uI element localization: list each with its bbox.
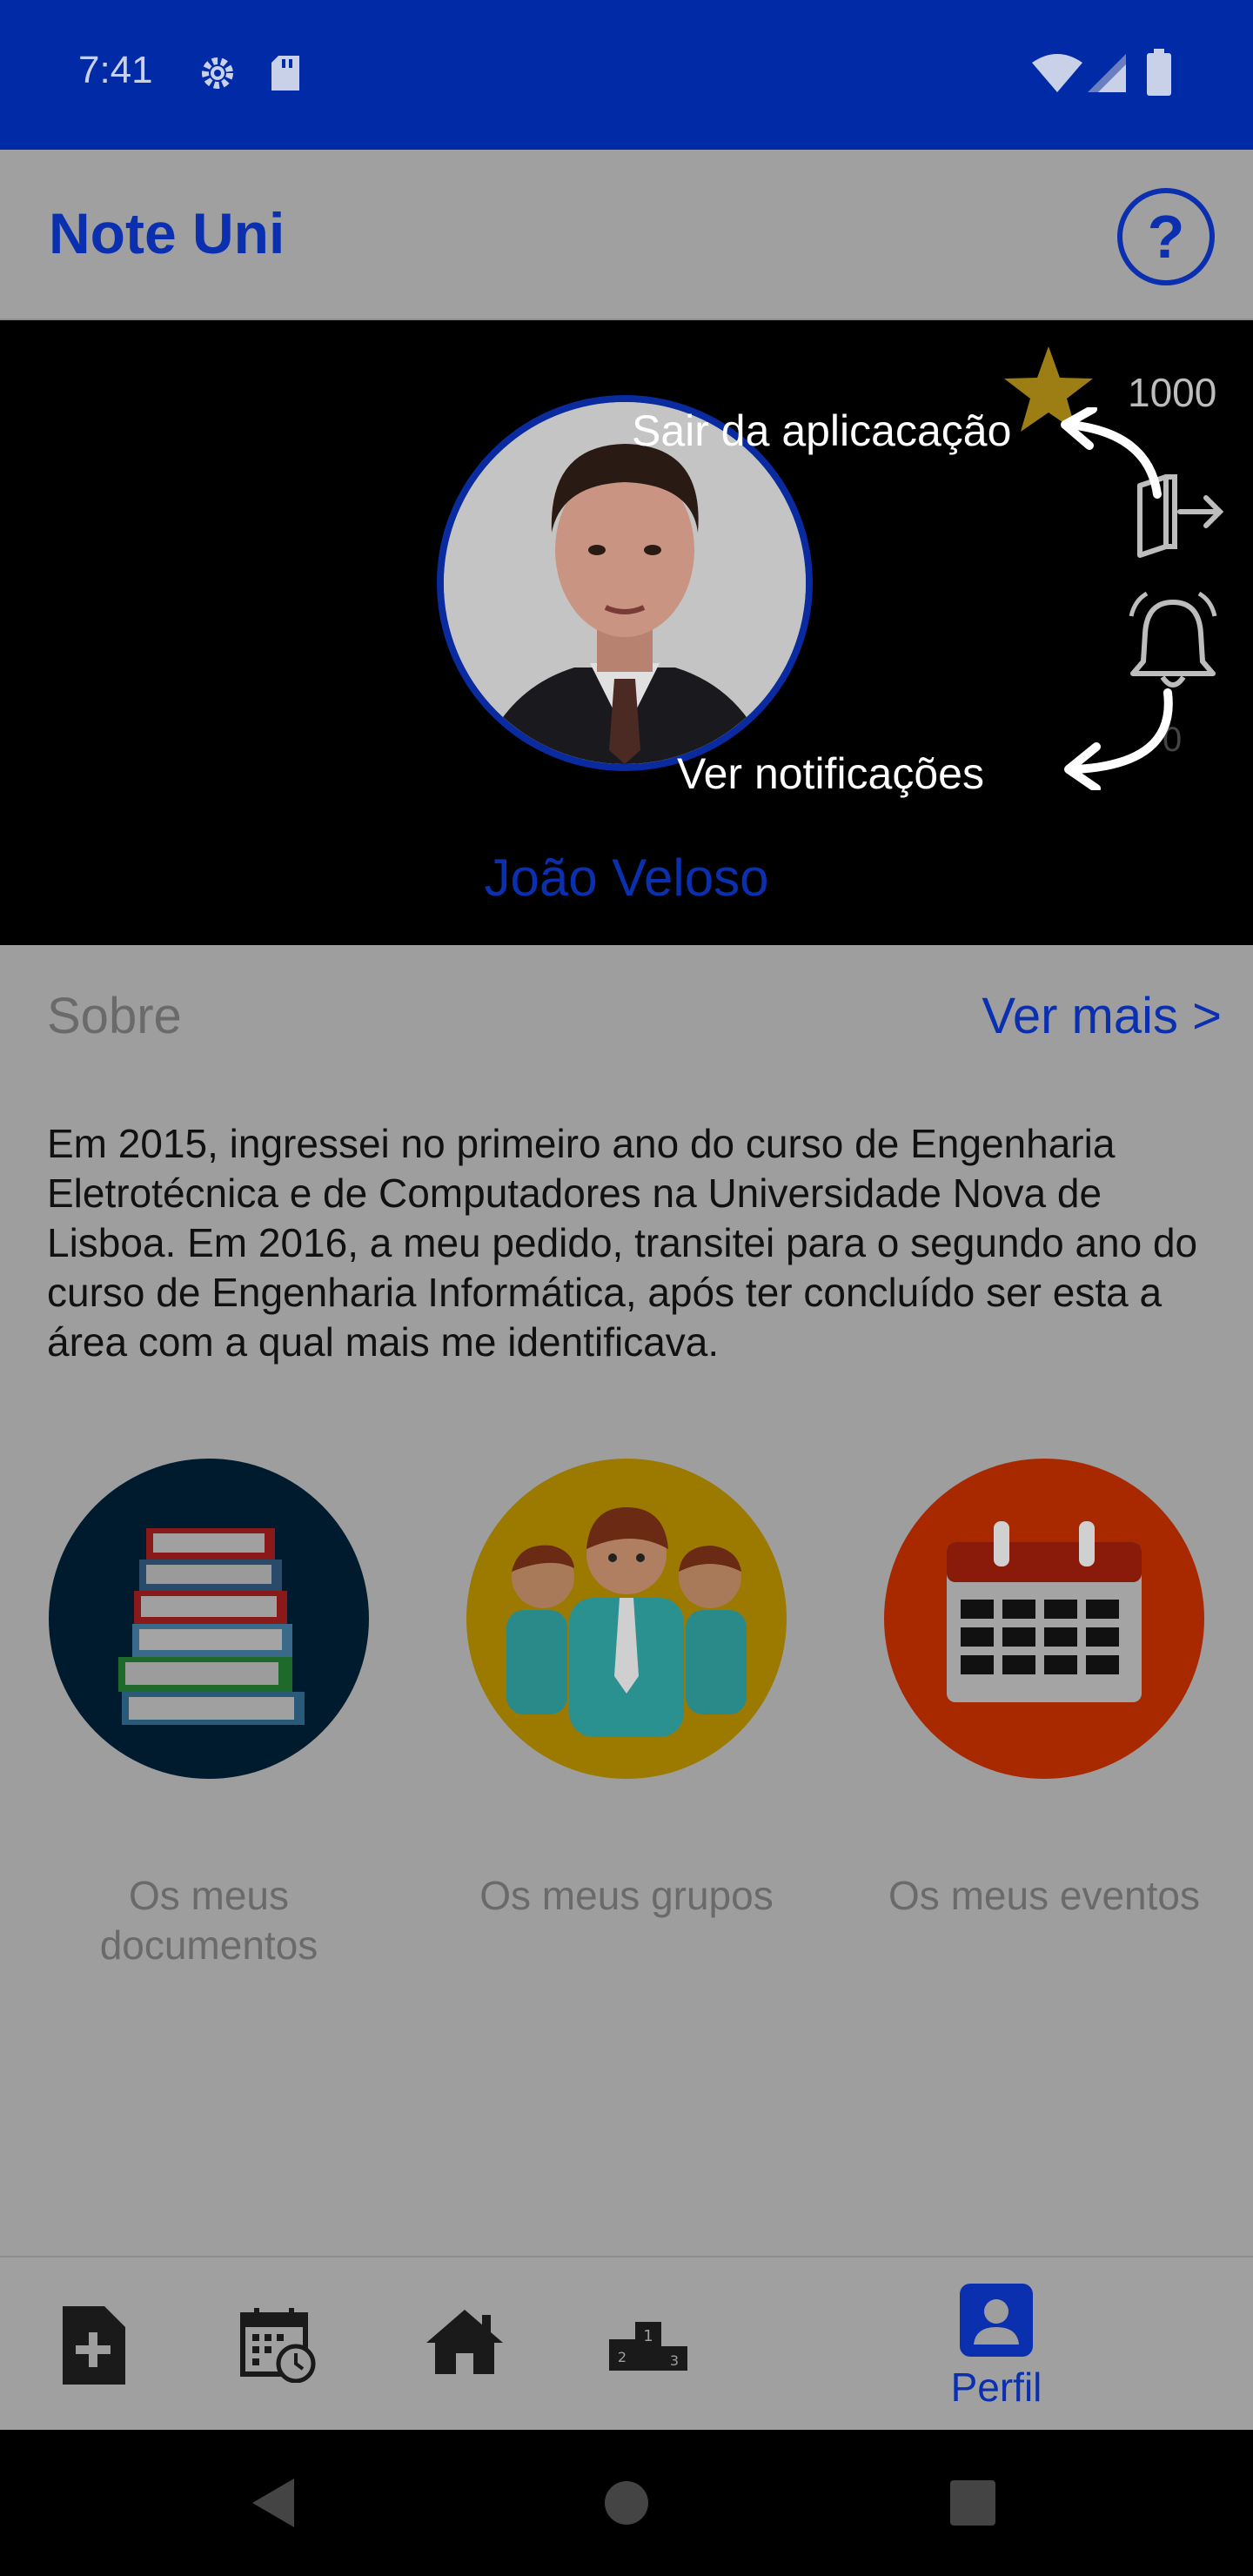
curved-arrow-icon: [1055, 686, 1185, 795]
question-circle-icon: ?: [1147, 203, 1185, 271]
sd-card-icon: [268, 52, 303, 98]
bell-icon[interactable]: [1128, 590, 1218, 699]
back-icon[interactable]: [252, 2479, 294, 2532]
profile-header: João Veloso 1000 0 Sair da aplicacação V…: [0, 320, 1253, 945]
my-events-label: Os meus eventos: [888, 1873, 1200, 1918]
nav-profile-label: Perfil: [950, 2365, 1042, 2410]
home-circle-icon[interactable]: [604, 2480, 649, 2530]
calendar-icon: [884, 1459, 1204, 1779]
profile-icon: [960, 2284, 1033, 2361]
bottom-nav: 1 2 3 Perfil: [0, 2256, 1253, 2430]
app-title: Note Uni: [49, 201, 285, 265]
gear-icon: [197, 52, 238, 98]
notifications-hint-label: Ver notificações: [677, 749, 984, 798]
profile-name: João Veloso: [484, 849, 769, 907]
battery-icon: [1147, 49, 1171, 100]
books-icon: [49, 1459, 369, 1779]
my-groups-shortcut[interactable]: Os meus grupos: [466, 1459, 787, 1921]
my-groups-label: Os meus grupos: [479, 1873, 774, 1918]
recents-icon[interactable]: [950, 2480, 995, 2530]
wifi-icon: [1032, 54, 1082, 97]
about-text: Em 2015, ingressei no primeiro ano do cu…: [47, 1121, 1198, 1365]
status-time: 7:41: [78, 49, 153, 91]
help-button[interactable]: ?: [1117, 188, 1215, 285]
svg-text:1: 1: [643, 2327, 653, 2345]
exit-hint-label: Sair da aplicacação: [632, 406, 1012, 455]
nav-home[interactable]: [423, 2257, 513, 2432]
nav-schedule[interactable]: [233, 2257, 324, 2432]
home-icon: [426, 2310, 503, 2378]
signal-icon: [1088, 54, 1126, 97]
nav-add-document[interactable]: [49, 2257, 139, 2432]
status-bar: 7:41: [0, 0, 1253, 150]
system-nav-bar: [0, 2430, 1253, 2576]
nav-ranking[interactable]: 1 2 3: [606, 2257, 696, 2432]
nav-profile[interactable]: Perfil: [931, 2257, 1062, 2432]
app-bar: Note Uni ?: [0, 150, 1253, 320]
my-events-shortcut[interactable]: Os meus eventos: [884, 1459, 1204, 1921]
my-documents-shortcut[interactable]: Os meus documentos: [49, 1459, 369, 1970]
podium-icon: 1 2 3: [609, 2322, 687, 2375]
my-documents-label: Os meus documentos: [99, 1873, 318, 1968]
curved-arrow-icon: [1053, 405, 1175, 507]
svg-text:2: 2: [618, 2349, 626, 2365]
avatar-photo: [444, 402, 806, 764]
add-document-icon: [59, 2306, 125, 2389]
svg-text:3: 3: [670, 2352, 679, 2369]
group-people-icon: [466, 1459, 787, 1779]
calendar-clock-icon: [240, 2306, 317, 2387]
see-more-link[interactable]: Ver mais >: [982, 987, 1222, 1045]
about-title: Sobre: [47, 988, 182, 1044]
